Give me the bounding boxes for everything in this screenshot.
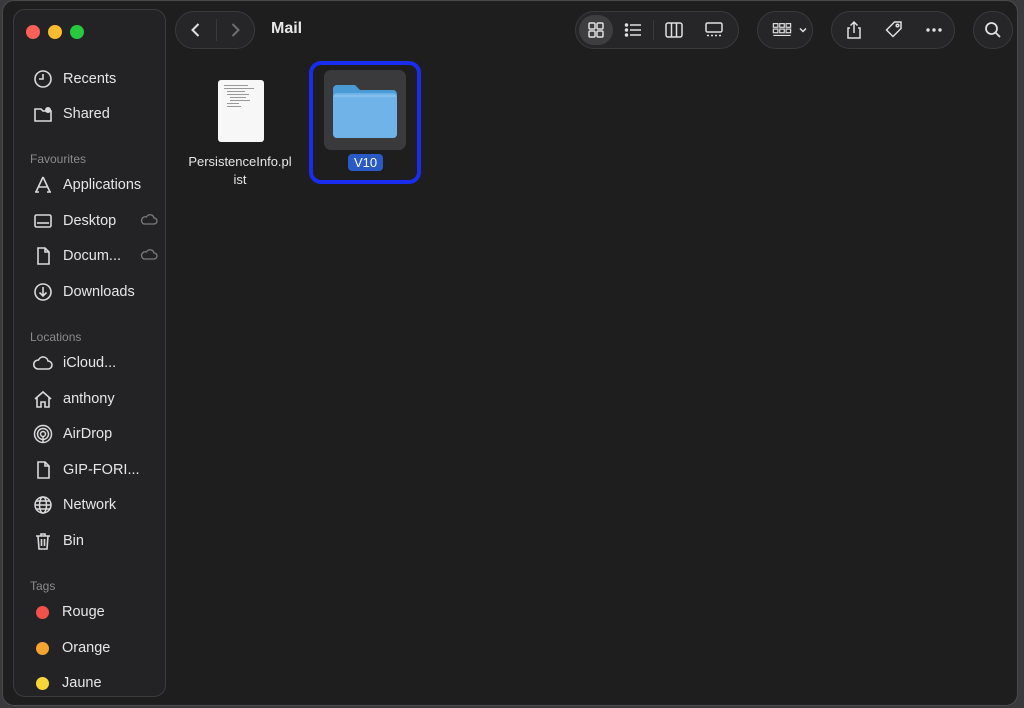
file-name-label: V10: [348, 154, 384, 171]
grid-icon: [588, 22, 604, 38]
minimize-button[interactable]: [48, 25, 62, 39]
finder-window: Recents Shared Favourites Applications D…: [2, 0, 1018, 706]
sidebar-tag-orange[interactable]: Orange: [32, 635, 162, 661]
sidebar-item-desktop[interactable]: Desktop: [32, 208, 162, 234]
sidebar-item-network[interactable]: Network: [32, 492, 162, 518]
close-button[interactable]: [26, 25, 40, 39]
gallery-icon: [705, 22, 723, 37]
document-icon: [32, 459, 54, 481]
back-button[interactable]: [176, 12, 216, 48]
sidebar-item-label: Downloads: [63, 284, 135, 300]
sidebar: Recents Shared Favourites Applications D…: [13, 9, 166, 697]
sidebar-item-bin[interactable]: Bin: [32, 528, 162, 554]
sidebar-item-gip-fori[interactable]: GIP-FORI...: [32, 457, 162, 483]
sidebar-item-label: Docum...: [63, 248, 122, 264]
icloud-status-icon: [140, 213, 158, 229]
clock-icon: [32, 68, 54, 90]
section-header-locations: Locations: [30, 330, 82, 344]
column-view-button[interactable]: [654, 15, 694, 45]
traffic-lights: [26, 25, 84, 39]
icon-view-button[interactable]: [579, 15, 613, 45]
downloads-icon: [32, 281, 54, 303]
document-icon: [32, 245, 54, 267]
file-name-line: PersistenceInfo.pl: [188, 154, 292, 169]
globe-icon: [32, 494, 54, 516]
desktop-icon: [32, 210, 54, 232]
search-button[interactable]: [973, 11, 1013, 49]
sidebar-item-label: Orange: [62, 640, 111, 656]
sidebar-item-documents[interactable]: Docum...: [32, 243, 162, 269]
sidebar-item-label: Shared: [63, 106, 110, 122]
home-icon: [32, 388, 54, 410]
window-title: Mail: [271, 20, 303, 37]
group-by-menu[interactable]: [757, 11, 813, 49]
sidebar-item-label: Network: [63, 497, 117, 513]
sidebar-item-label: Recents: [63, 71, 117, 87]
list-icon: [624, 23, 641, 37]
cloud-icon: [32, 352, 54, 374]
folder-icon: [333, 85, 397, 138]
file-name-line: ist: [233, 172, 247, 187]
tag-color-dot: [36, 605, 49, 619]
sidebar-item-icloud[interactable]: iCloud...: [32, 350, 162, 376]
group-grid-icon: [766, 15, 798, 45]
chevron-left-icon: [190, 23, 199, 37]
sidebar-item-label: GIP-FORI...: [63, 462, 140, 478]
share-button[interactable]: [834, 15, 874, 45]
chevron-down-icon: [798, 15, 808, 45]
sidebar-item-label: Bin: [63, 533, 84, 549]
tag-color-dot: [36, 641, 49, 655]
sidebar-item-label: anthony: [63, 391, 115, 407]
sidebar-item-label: Applications: [63, 177, 142, 193]
sidebar-tag-jaune[interactable]: Jaune: [32, 670, 162, 696]
sidebar-item-label: iCloud...: [63, 355, 117, 371]
sidebar-item-home[interactable]: anthony: [32, 386, 162, 412]
sidebar-item-recents[interactable]: Recents: [32, 66, 162, 92]
zoom-button[interactable]: [70, 25, 84, 39]
sidebar-item-downloads[interactable]: Downloads: [32, 279, 162, 305]
file-name-label: PersistenceInfo.pl ist: [181, 153, 299, 189]
sidebar-item-shared[interactable]: Shared: [32, 101, 162, 127]
list-view-button[interactable]: [613, 15, 653, 45]
shared-folder-icon: [32, 103, 54, 125]
sidebar-tag-rouge[interactable]: Rouge: [32, 599, 162, 625]
gallery-view-button[interactable]: [694, 15, 734, 45]
sidebar-item-label: Desktop: [63, 213, 117, 229]
sidebar-item-label: Jaune: [62, 675, 102, 691]
navigation-group: [175, 11, 255, 49]
actions-group: [831, 11, 955, 49]
ellipsis-icon: [926, 28, 942, 32]
section-header-tags: Tags: [30, 579, 56, 593]
applications-icon: [32, 174, 54, 196]
chevron-right-icon: [232, 23, 241, 37]
forward-button[interactable]: [216, 12, 254, 48]
sidebar-item-label: Rouge: [62, 604, 105, 620]
tag-color-dot: [36, 676, 49, 690]
share-icon: [847, 20, 861, 39]
sidebar-item-applications[interactable]: Applications: [32, 172, 162, 198]
trash-icon: [32, 530, 54, 552]
section-header-favourites: Favourites: [30, 152, 87, 166]
sidebar-item-label: AirDrop: [63, 426, 113, 442]
columns-icon: [665, 22, 683, 38]
plist-document-icon: [218, 80, 264, 142]
more-button[interactable]: [914, 15, 954, 45]
view-mode-group: [575, 11, 739, 49]
tag-icon: [885, 21, 902, 38]
icloud-status-icon: [140, 248, 158, 264]
airdrop-icon: [32, 423, 54, 445]
sidebar-item-airdrop[interactable]: AirDrop: [32, 421, 162, 447]
tags-button[interactable]: [874, 15, 914, 45]
search-icon: [974, 12, 1012, 48]
